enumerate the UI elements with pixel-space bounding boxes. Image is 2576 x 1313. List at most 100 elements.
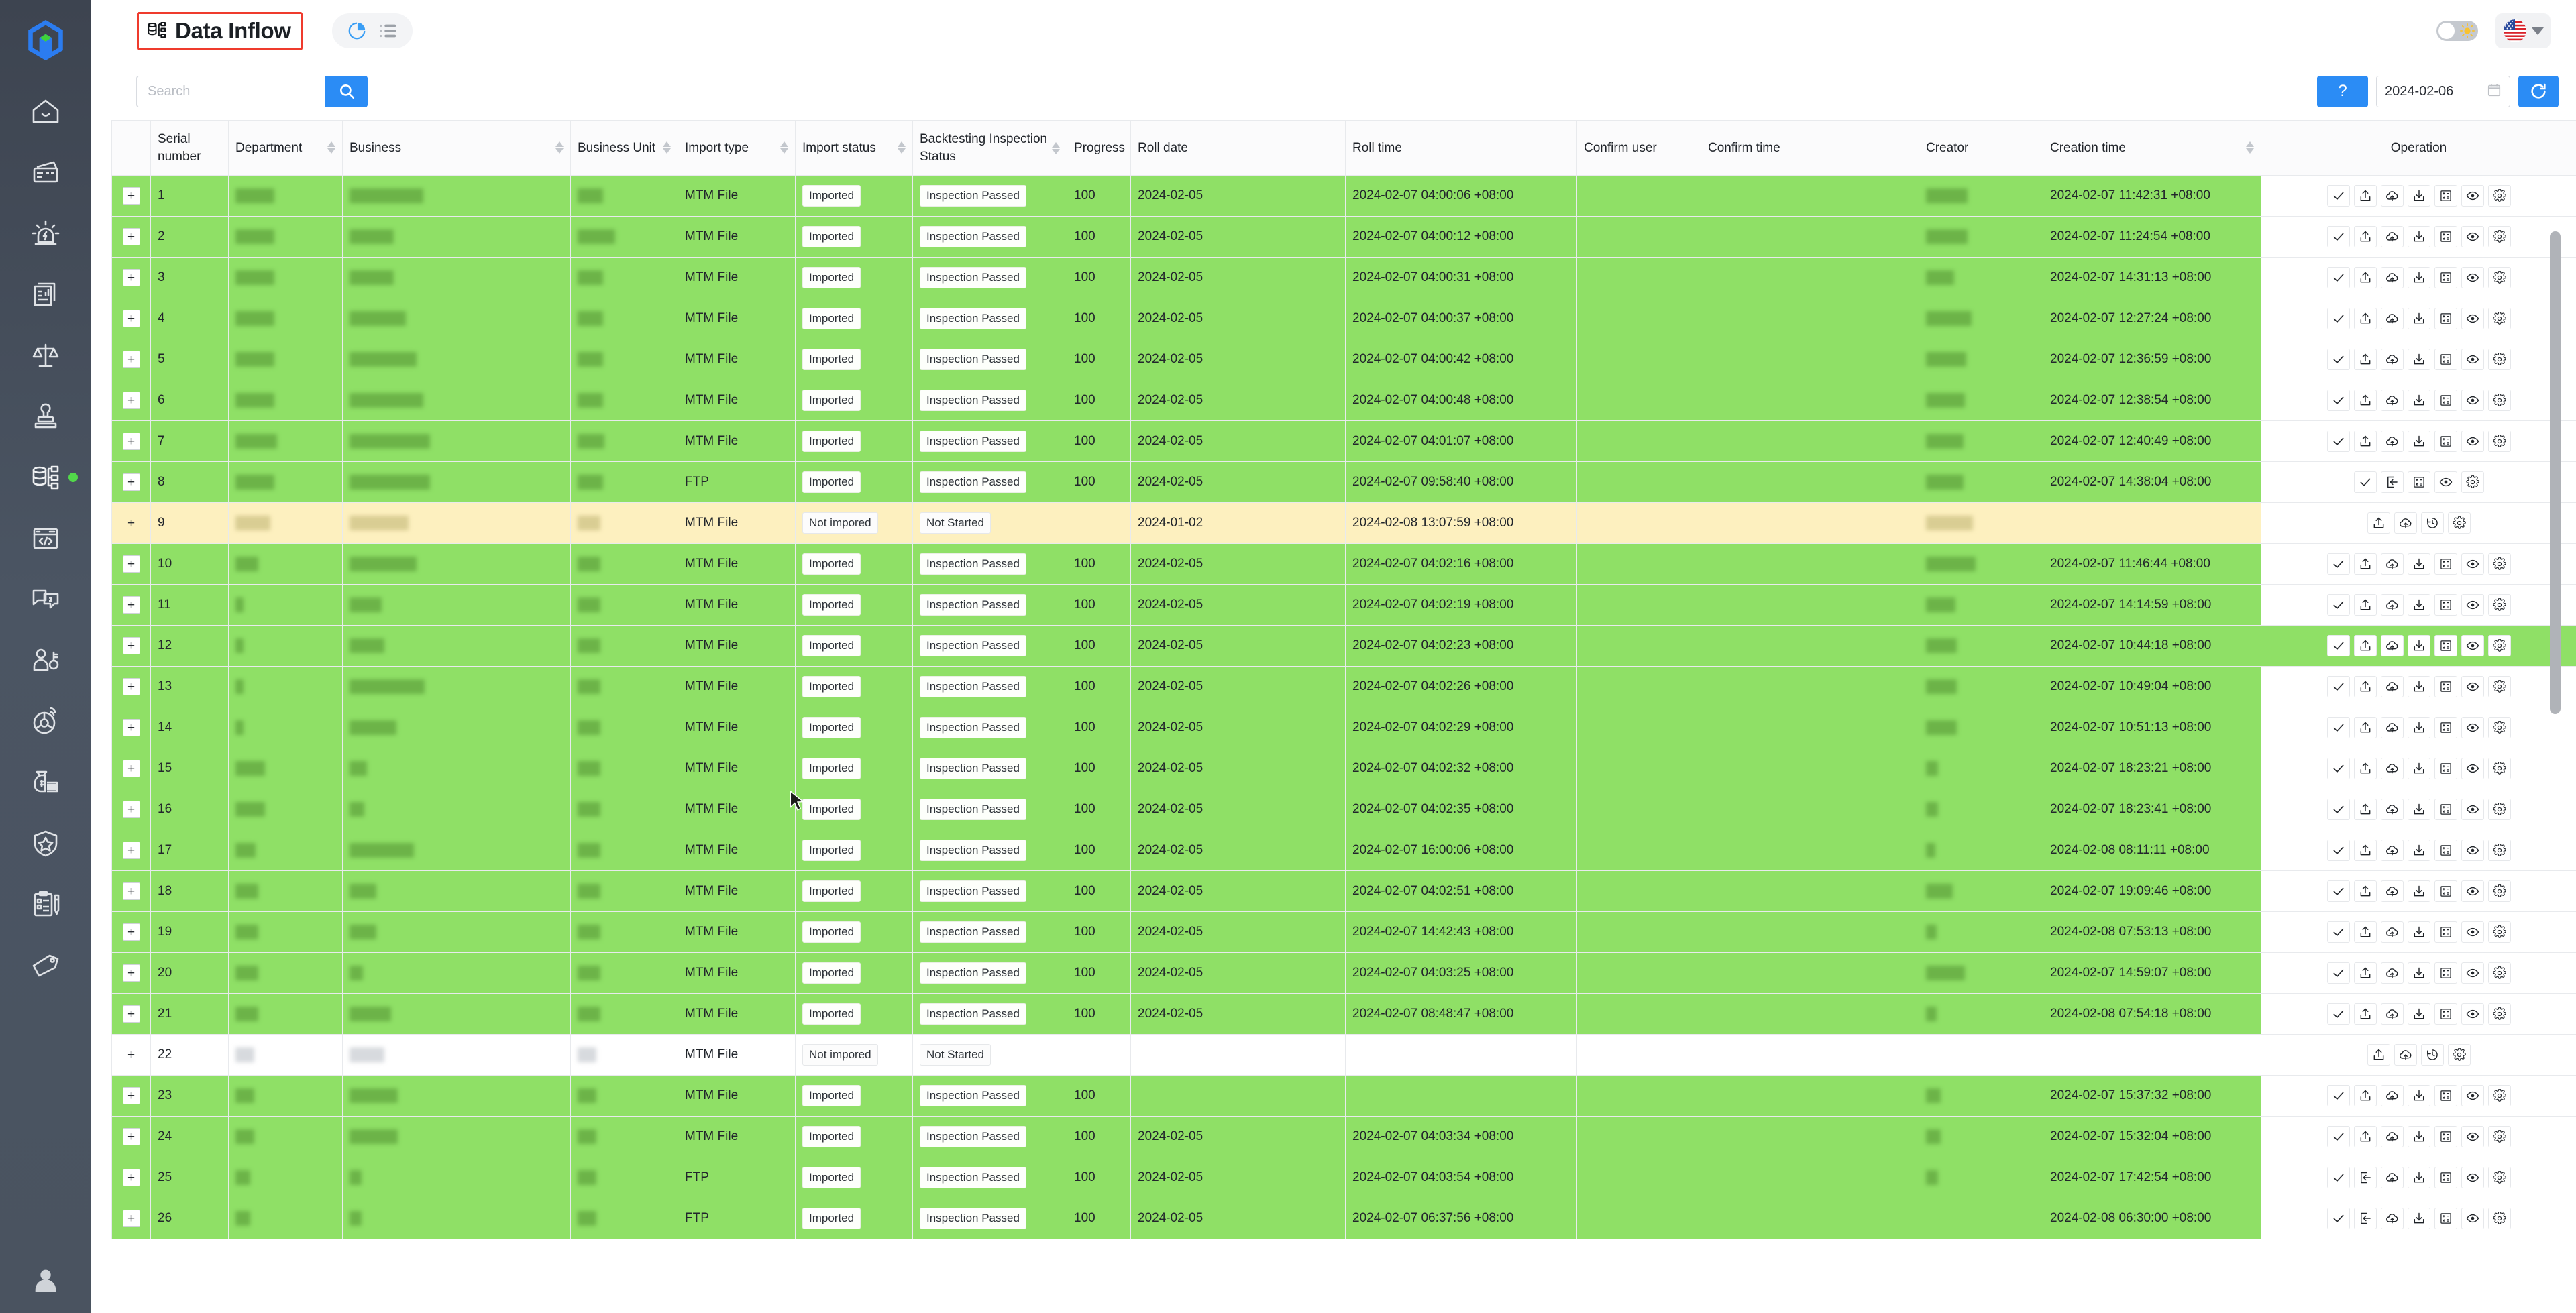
cloud-upload-button[interactable] [2380,840,2404,861]
row-expander-cell[interactable]: + [111,502,151,544]
theme-toggle[interactable] [2436,21,2478,41]
column-header-dept[interactable]: Department [228,120,343,176]
expand-row-button[interactable]: + [122,310,140,327]
check-button[interactable] [2326,267,2350,288]
sidebar-item-alerts[interactable] [0,203,91,264]
expand-row-button[interactable]: + [122,923,140,941]
upload-button[interactable] [2353,676,2377,697]
row-expander-cell[interactable]: + [111,789,151,830]
expand-row-button[interactable]: + [122,433,140,450]
table-row[interactable]: +24 MTM File Imported Inspection Passed 100 2… [111,1116,2576,1157]
check-button[interactable] [2326,1208,2350,1229]
sort-toggle-impstat[interactable] [898,141,906,154]
calculator-button[interactable] [2407,471,2430,493]
upload-button[interactable] [2353,962,2377,984]
upload-button[interactable] [2353,226,2377,247]
check-button[interactable] [2326,185,2350,207]
sidebar-item-control[interactable] [0,691,91,752]
download-button[interactable] [2407,635,2430,656]
eye-button[interactable] [2461,1167,2484,1188]
table-row[interactable]: +5 MTM File Imported Inspection Passed 100 20… [111,339,2576,380]
eye-button[interactable] [2461,349,2484,370]
calculator-button[interactable] [2434,676,2457,697]
cloud-upload-button[interactable] [2380,921,2404,943]
sidebar-item-compliance[interactable] [0,325,91,386]
row-expander-cell[interactable]: + [111,911,151,953]
gear-button[interactable] [2487,1003,2511,1025]
cloud-upload-button[interactable] [2380,1085,2404,1106]
row-expander-cell[interactable]: + [111,748,151,789]
upload-button[interactable] [2353,635,2377,656]
calculator-button[interactable] [2434,840,2457,861]
calculator-button[interactable] [2434,1003,2457,1025]
calculator-button[interactable] [2434,799,2457,820]
download-button[interactable] [2407,431,2430,452]
sort-toggle-dept[interactable] [327,141,335,154]
calculator-button[interactable] [2434,185,2457,207]
eye-button[interactable] [2461,962,2484,984]
row-expander-cell[interactable]: + [111,1116,151,1157]
table-row[interactable]: +17 MTM File Imported Inspection Passed 100 2… [111,830,2576,871]
column-header-unit[interactable]: Business Unit [570,120,678,176]
download-button[interactable] [2407,840,2430,861]
upload-button[interactable] [2367,512,2390,534]
upload-button[interactable] [2353,799,2377,820]
download-button[interactable] [2407,1003,2430,1025]
row-expander-cell[interactable]: + [111,339,151,380]
gear-button[interactable] [2487,308,2511,329]
sort-toggle-business[interactable] [555,141,564,154]
row-expander-cell[interactable]: + [111,952,151,994]
cloud-upload-button[interactable] [2380,758,2404,779]
expand-row-button[interactable]: + [122,964,140,982]
cloud-upload-button[interactable] [2394,512,2417,534]
table-row[interactable]: +4 MTM File Imported Inspection Passed 100 20… [111,298,2576,339]
column-header-backtest[interactable]: Backtesting Inspection Status [912,120,1067,176]
row-expander-cell[interactable]: + [111,420,151,462]
help-button[interactable]: ? [2317,75,2368,107]
expand-row-button[interactable]: + [122,678,140,695]
gear-button[interactable] [2487,1085,2511,1106]
table-row[interactable]: +3 MTM File Imported Inspection Passed 100 20… [111,257,2576,298]
row-expander-cell[interactable]: + [111,625,151,667]
check-button[interactable] [2326,308,2350,329]
expand-row-button[interactable]: + [122,187,140,205]
table-row[interactable]: +14 MTM File Imported Inspection Passed 100 2… [111,707,2576,748]
vertical-scrollbar[interactable] [2550,231,2561,714]
cloud-upload-button[interactable] [2380,717,2404,738]
download-button[interactable] [2407,553,2430,575]
expand-row-button[interactable]: + [122,269,140,286]
language-selector[interactable] [2496,13,2551,48]
table-row[interactable]: +12 MTM File Imported Inspection Passed 100 2… [111,625,2576,667]
row-expander-cell[interactable]: + [111,461,151,503]
eye-button[interactable] [2461,840,2484,861]
gear-button[interactable] [2487,921,2511,943]
upload-button[interactable] [2353,921,2377,943]
sort-toggle-createdat[interactable] [2246,141,2254,154]
download-button[interactable] [2407,1208,2430,1229]
gear-button[interactable] [2461,471,2484,493]
eye-button[interactable] [2461,880,2484,902]
calculator-button[interactable] [2434,880,2457,902]
table-row[interactable]: +16 MTM File Imported Inspection Passed 100 2… [111,789,2576,830]
expand-row-button[interactable]: + [123,514,140,532]
sidebar-item-developer[interactable] [0,508,91,569]
expand-row-button[interactable]: + [122,1128,140,1145]
eye-button[interactable] [2461,1003,2484,1025]
column-header-business[interactable]: Business [342,120,571,176]
gear-button[interactable] [2487,758,2511,779]
expand-row-button[interactable]: + [123,1046,140,1064]
calculator-button[interactable] [2434,226,2457,247]
upload-button[interactable] [2353,1126,2377,1147]
table-row[interactable]: +22 MTM File Not impored Not Started [111,1034,2576,1076]
cloud-upload-button[interactable] [2380,553,2404,575]
sidebar-item-cards[interactable] [0,141,91,203]
calculator-button[interactable] [2434,267,2457,288]
row-expander-cell[interactable]: + [111,870,151,912]
eye-button[interactable] [2461,676,2484,697]
expand-row-button[interactable]: + [122,719,140,736]
eye-button[interactable] [2461,799,2484,820]
table-row[interactable]: +11 MTM File Imported Inspection Passed 100 2… [111,584,2576,626]
upload-button[interactable] [2353,1003,2377,1025]
table-row[interactable]: +2 MTM File Imported Inspection Passed 100 20… [111,216,2576,258]
eye-button[interactable] [2461,267,2484,288]
